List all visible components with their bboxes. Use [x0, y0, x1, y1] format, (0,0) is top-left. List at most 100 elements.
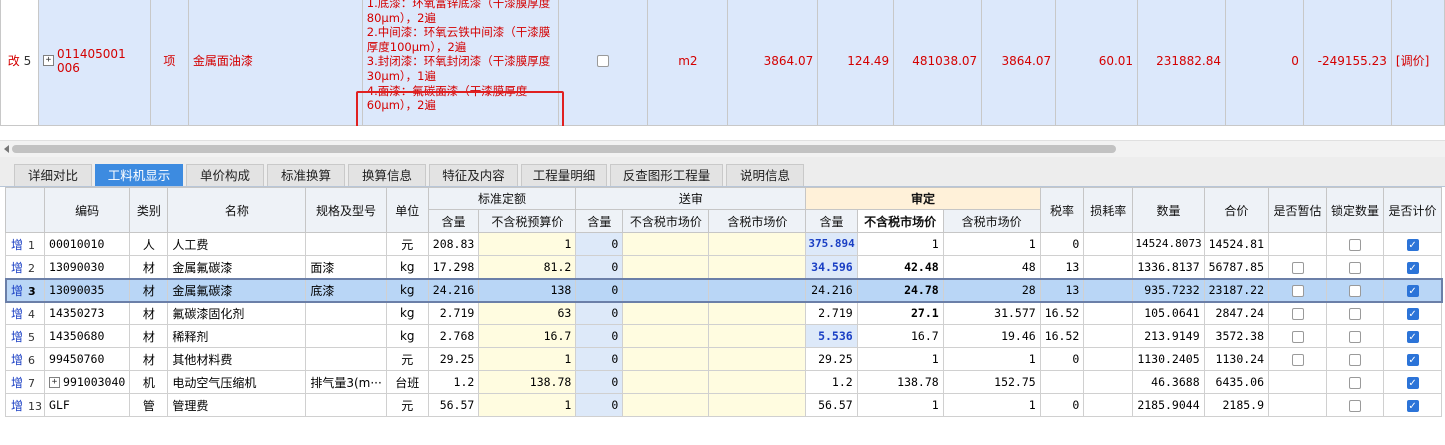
aud-tax-price-cell[interactable]: 31.577 [942, 301, 1041, 325]
tax-rate-cell[interactable]: 0 [1039, 393, 1085, 417]
sub-tax-price-cell[interactable] [708, 370, 807, 394]
tab-conversion-info[interactable]: 换算信息 [348, 164, 426, 186]
tax-rate-cell[interactable]: 0 [1039, 347, 1085, 371]
tax-rate-cell[interactable]: 13 [1039, 278, 1085, 302]
header-amount[interactable]: 数量 [1132, 187, 1205, 233]
aud-tax-price-cell[interactable]: 1 [942, 393, 1041, 417]
priced-checkbox[interactable]: ✓ [1406, 284, 1419, 297]
unit-cell[interactable]: kg [385, 255, 429, 279]
sub-tax-price-cell[interactable] [708, 301, 807, 325]
spec-cell[interactable]: 底漆 [305, 278, 387, 302]
name-cell[interactable]: 金属氟碳漆 [167, 278, 307, 302]
lock-qty-cell[interactable] [1326, 232, 1385, 256]
spec-cell[interactable] [305, 393, 387, 417]
priced-checkbox[interactable]: ✓ [1406, 307, 1419, 320]
loss-rate-cell[interactable] [1083, 301, 1134, 325]
sub-qty-cell[interactable]: 0 [575, 347, 624, 371]
provisional-cell[interactable] [1268, 370, 1328, 394]
unit-cell[interactable]: kg [385, 301, 429, 325]
provisional-cell[interactable] [1268, 393, 1328, 417]
resource-row[interactable]: 增 13 GLF 管管理费元 56.57 1 0 56.57 1 1 0 2185.9044 2185.… [4, 393, 1443, 417]
priced-checkbox[interactable]: ✓ [1406, 238, 1419, 251]
sub-mkt-price-cell[interactable] [622, 301, 710, 325]
provisional-checkbox[interactable] [1291, 330, 1304, 343]
item-checkbox-cell[interactable] [557, 0, 649, 126]
tab-remarks[interactable]: 说明信息 [726, 164, 804, 186]
provisional-cell[interactable] [1268, 347, 1328, 371]
tax-rate-cell[interactable]: 0 [1039, 232, 1085, 256]
unit-cell[interactable]: kg [385, 278, 429, 302]
name-cell[interactable]: 氟碳漆固化剂 [167, 301, 307, 325]
lock-qty-checkbox[interactable] [1349, 353, 1362, 366]
lock-qty-checkbox[interactable] [1349, 330, 1362, 343]
loss-rate-cell[interactable] [1083, 393, 1134, 417]
sub-mkt-price-cell[interactable] [622, 370, 710, 394]
spec-cell[interactable]: 面漆 [305, 255, 387, 279]
sub-tax-price-cell[interactable] [708, 278, 807, 302]
header-aud-mkt-price[interactable]: 不含税市场价 [856, 209, 944, 233]
scroll-left-icon[interactable] [4, 145, 9, 153]
provisional-cell[interactable] [1268, 255, 1328, 279]
priced-cell[interactable]: ✓ [1383, 278, 1443, 302]
aud-tax-price-cell[interactable]: 1 [942, 347, 1041, 371]
lock-qty-cell[interactable] [1326, 324, 1385, 348]
sub-qty-cell[interactable]: 0 [575, 232, 624, 256]
tab-labor-material-machine[interactable]: 工料机显示 [95, 164, 183, 186]
aud-qty-cell[interactable]: 24.216 [805, 278, 858, 302]
unit-cell[interactable]: 元 [385, 232, 429, 256]
bill-item-row[interactable]: 改 5 +011405001006 项 金属面油漆 1.底漆：环氧富锌底漆（干漆… [0, 0, 1445, 126]
tab-features-content[interactable]: 特征及内容 [429, 164, 518, 186]
sub-qty-cell[interactable]: 0 [575, 370, 624, 394]
code-cell[interactable]: 14350273 [44, 301, 131, 325]
horizontal-scrollbar[interactable] [0, 140, 1445, 158]
loss-rate-cell[interactable] [1083, 232, 1134, 256]
header-priced[interactable]: 是否计价 [1383, 187, 1443, 233]
header-spec[interactable]: 规格及型号 [305, 187, 387, 233]
category-cell[interactable]: 机 [129, 370, 169, 394]
header-name[interactable]: 名称 [167, 187, 307, 233]
loss-rate-cell[interactable] [1083, 255, 1134, 279]
spec-cell[interactable] [305, 347, 387, 371]
resource-row[interactable]: 增 5 14350680 材稀释剂 kg 2.768 16.7 0 5.536 16.7 19.46… [4, 324, 1443, 348]
priced-cell[interactable]: ✓ [1383, 232, 1443, 256]
sub-tax-price-cell[interactable] [708, 232, 807, 256]
category-cell[interactable]: 人 [129, 232, 169, 256]
header-unit[interactable]: 单位 [385, 187, 429, 233]
name-cell[interactable]: 电动空气压缩机 [167, 370, 307, 394]
sub-mkt-price-cell[interactable] [622, 255, 710, 279]
sub-qty-cell[interactable]: 0 [575, 255, 624, 279]
category-cell[interactable]: 管 [129, 393, 169, 417]
sub-mkt-price-cell[interactable] [622, 232, 710, 256]
spec-cell[interactable] [305, 301, 387, 325]
aud-qty-cell[interactable]: 34.596 [805, 255, 858, 279]
spec-cell[interactable] [305, 324, 387, 348]
header-sub-mkt-price[interactable]: 不含税市场价 [622, 209, 710, 233]
name-cell[interactable]: 金属氟碳漆 [167, 255, 307, 279]
priced-cell[interactable]: ✓ [1383, 370, 1443, 394]
aud-tax-price-cell[interactable]: 1 [942, 232, 1041, 256]
item-code-cell[interactable]: +011405001006 [37, 0, 151, 126]
sub-qty-cell[interactable]: 0 [575, 301, 624, 325]
priced-cell[interactable]: ✓ [1383, 301, 1443, 325]
expand-icon[interactable]: + [49, 377, 61, 388]
provisional-checkbox[interactable] [1291, 307, 1304, 320]
header-loss-rate[interactable]: 损耗率 [1083, 187, 1134, 233]
aud-mkt-price-cell[interactable]: 1 [856, 232, 944, 256]
tab-quantity-detail[interactable]: 工程量明细 [521, 164, 607, 186]
sub-tax-price-cell[interactable] [708, 393, 807, 417]
code-cell[interactable]: 13090035 [44, 278, 131, 302]
lock-qty-cell[interactable] [1326, 278, 1385, 302]
priced-checkbox[interactable]: ✓ [1406, 376, 1419, 389]
sub-tax-price-cell[interactable] [708, 255, 807, 279]
adjust-price-link[interactable]: [调价] [1390, 0, 1445, 126]
category-cell[interactable]: 材 [129, 301, 169, 325]
tax-rate-cell[interactable]: 16.52 [1039, 324, 1085, 348]
header-sub-tax-price[interactable]: 含税市场价 [708, 209, 807, 233]
unit-cell[interactable]: 台班 [385, 370, 429, 394]
category-cell[interactable]: 材 [129, 347, 169, 371]
category-cell[interactable]: 材 [129, 278, 169, 302]
unit-cell[interactable]: 元 [385, 347, 429, 371]
header-code[interactable]: 编码 [44, 187, 131, 233]
sub-mkt-price-cell[interactable] [622, 324, 710, 348]
priced-cell[interactable]: ✓ [1383, 347, 1443, 371]
